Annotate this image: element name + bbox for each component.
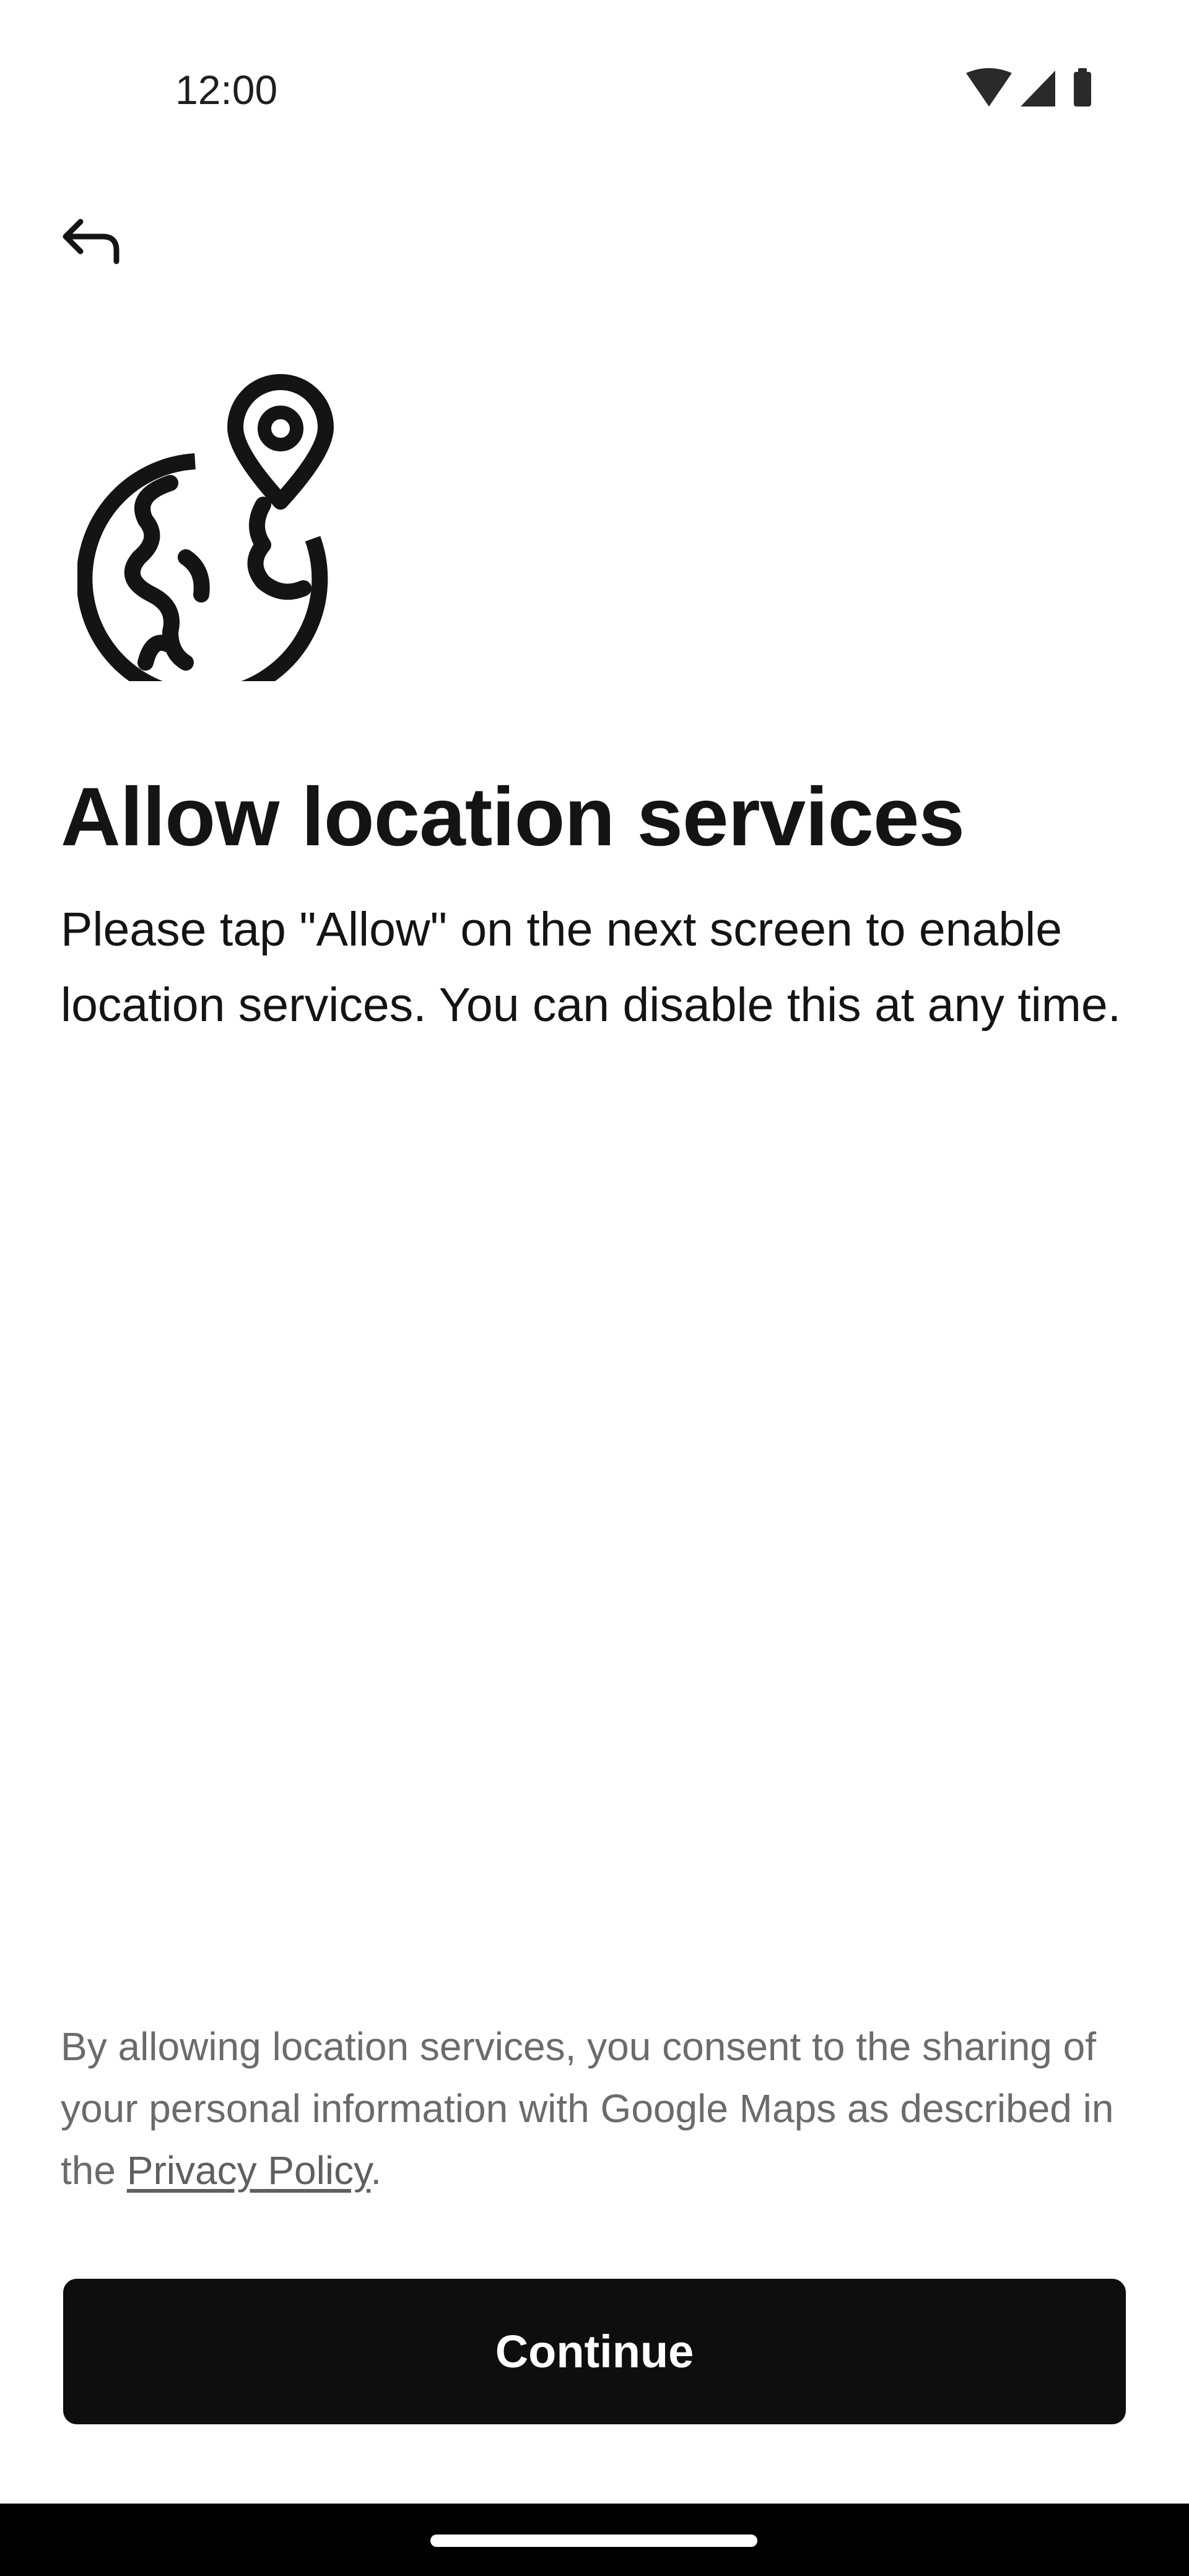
status-time: 12:00 (175, 67, 278, 113)
wifi-icon (966, 68, 1012, 107)
back-arrow-icon (63, 219, 119, 264)
globe-location-pin-icon (76, 372, 350, 705)
battery-icon (1074, 68, 1091, 107)
page-title: Allow location services (61, 771, 965, 863)
privacy-policy-link[interactable]: Privacy Policy (127, 2148, 371, 2193)
signal-icon (1021, 71, 1055, 107)
consent-text-after: . (370, 2148, 382, 2193)
navigation-bar (0, 2504, 1189, 2576)
status-icons (966, 68, 1108, 111)
description-text: Please tap "Allow" on the next screen to… (61, 903, 1121, 1032)
consent-text: By allowing location services, you conse… (61, 2016, 1138, 2201)
status-bar: 12:00 (0, 0, 1189, 180)
continue-button[interactable]: Continue (63, 2279, 1126, 2424)
home-gesture-handle[interactable] (430, 2535, 757, 2547)
status-icons-group (966, 68, 1091, 107)
back-button[interactable] (43, 192, 139, 288)
